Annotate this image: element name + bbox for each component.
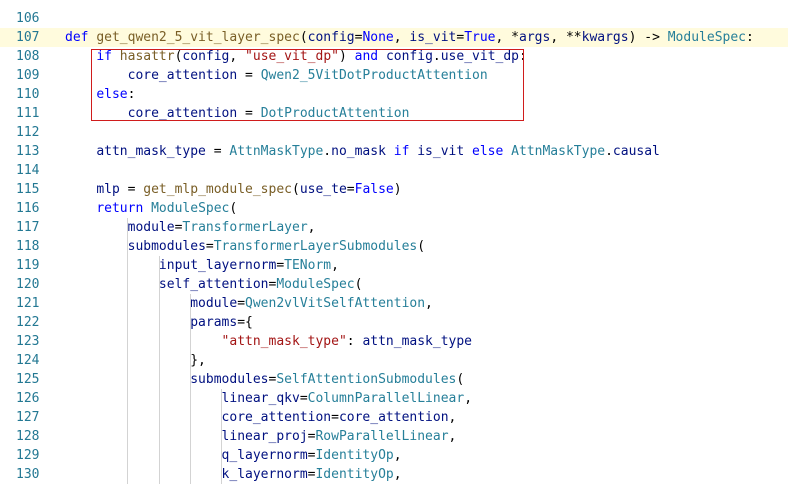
- code-line[interactable]: 130 k_layernorm=IdentityOp,: [0, 465, 788, 484]
- line-number: 108: [16, 49, 40, 64]
- code-line[interactable]: 120 self_attention=ModuleSpec(: [0, 275, 788, 294]
- code-text[interactable]: input_layernorm=TENorm,: [65, 256, 339, 275]
- line-number: 106: [16, 11, 40, 26]
- code-line[interactable]: 114: [0, 161, 788, 180]
- code-line[interactable]: 118 submodules=TransformerLayerSubmodule…: [0, 237, 788, 256]
- line-number: 122: [16, 315, 40, 330]
- code-line[interactable]: 128 linear_proj=RowParallelLinear,: [0, 427, 788, 446]
- code-text[interactable]: mlp = get_mlp_module_spec(use_te=False): [65, 180, 401, 199]
- code-text[interactable]: linear_qkv=ColumnParallelLinear,: [65, 389, 472, 408]
- line-number: 121: [16, 296, 40, 311]
- code-line[interactable]: 119 input_layernorm=TENorm,: [0, 256, 788, 275]
- code-line[interactable]: 122 params={: [0, 313, 788, 332]
- highlight-box: [91, 49, 524, 121]
- line-number: 115: [16, 182, 40, 197]
- line-number: 114: [16, 163, 40, 178]
- line-number: 126: [16, 391, 40, 406]
- line-number: 125: [16, 372, 40, 387]
- line-number: 130: [16, 467, 40, 482]
- code-line[interactable]: 107 def get_qwen2_5_vit_layer_spec(config…: [0, 28, 788, 47]
- code-text[interactable]: module=Qwen2vlVitSelfAttention,: [65, 294, 433, 313]
- code-text[interactable]: return ModuleSpec(: [65, 199, 237, 218]
- code-text[interactable]: submodules=SelfAttentionSubmodules(: [65, 370, 464, 389]
- code-text[interactable]: def get_qwen2_5_vit_layer_spec(config=No…: [65, 28, 754, 47]
- code-text[interactable]: "attn_mask_type": attn_mask_type: [65, 332, 472, 351]
- code-line[interactable]: 121 module=Qwen2vlVitSelfAttention,: [0, 294, 788, 313]
- code-text[interactable]: attn_mask_type = AttnMaskType.no_mask if…: [65, 142, 660, 161]
- line-number: 120: [16, 277, 40, 292]
- indent-guide: [189, 294, 191, 484]
- line-number: 129: [16, 448, 40, 463]
- code-line[interactable]: 116 return ModuleSpec(: [0, 199, 788, 218]
- code-line[interactable]: 117 module=TransformerLayer,: [0, 218, 788, 237]
- code-line[interactable]: 113 attn_mask_type = AttnMaskType.no_mas…: [0, 142, 788, 161]
- line-number: 112: [16, 125, 40, 140]
- code-text[interactable]: core_attention=core_attention,: [65, 408, 457, 427]
- code-line[interactable]: 124 },: [0, 351, 788, 370]
- line-number: 119: [16, 258, 40, 273]
- line-number: 124: [16, 353, 40, 368]
- line-number: 127: [16, 410, 40, 425]
- code-text[interactable]: q_layernorm=IdentityOp,: [65, 446, 402, 465]
- code-text[interactable]: },: [65, 351, 206, 370]
- line-number: 117: [16, 220, 40, 235]
- line-number: 107: [16, 30, 40, 45]
- line-number: 111: [16, 106, 40, 121]
- code-line[interactable]: 106: [0, 9, 788, 28]
- indent-guide: [221, 389, 223, 484]
- code-line[interactable]: 112: [0, 123, 788, 142]
- code-text[interactable]: module=TransformerLayer,: [65, 218, 316, 237]
- code-text[interactable]: submodules=TransformerLayerSubmodules(: [65, 237, 425, 256]
- code-text[interactable]: k_layernorm=IdentityOp,: [65, 465, 402, 484]
- code-text[interactable]: linear_proj=RowParallelLinear,: [65, 427, 457, 446]
- line-number: 116: [16, 201, 40, 216]
- line-number: 118: [16, 239, 40, 254]
- code-line[interactable]: 126 linear_qkv=ColumnParallelLinear,: [0, 389, 788, 408]
- code-text[interactable]: self_attention=ModuleSpec(: [65, 275, 363, 294]
- line-number: 110: [16, 87, 40, 102]
- code-line[interactable]: 127 core_attention=core_attention,: [0, 408, 788, 427]
- line-number: 109: [16, 68, 40, 83]
- code-line[interactable]: 129 q_layernorm=IdentityOp,: [0, 446, 788, 465]
- code-line[interactable]: 123 "attn_mask_type": attn_mask_type: [0, 332, 788, 351]
- line-number: 113: [16, 144, 40, 159]
- line-number: 123: [16, 334, 40, 349]
- code-line[interactable]: 115 mlp = get_mlp_module_spec(use_te=Fal…: [0, 180, 788, 199]
- line-number: 128: [16, 429, 40, 444]
- indent-guide: [158, 256, 160, 484]
- code-line[interactable]: 125 submodules=SelfAttentionSubmodules(: [0, 370, 788, 389]
- indent-guide: [127, 218, 129, 484]
